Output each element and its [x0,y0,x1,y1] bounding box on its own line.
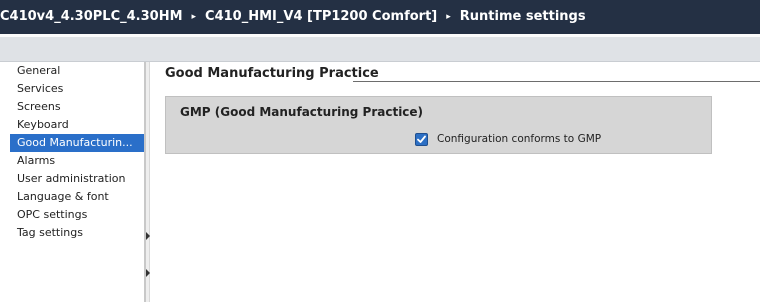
breadcrumb-item-runtime-settings[interactable]: Runtime settings [460,9,586,24]
section-title: Good Manufacturing Practice [165,66,379,81]
sidebar-item-alarms[interactable]: Alarms [10,152,144,170]
expand-arrow-icon[interactable] [146,269,150,277]
sidebar-item-services[interactable]: Services [10,80,144,98]
sidebar-item-opc-settings[interactable]: OPC settings [10,206,144,224]
breadcrumb-separator-icon: ▸ [191,12,197,22]
settings-sidebar: General Services Screens Keyboard Good M… [10,62,145,302]
gmp-group-box: GMP (Good Manufacturing Practice) Config… [165,96,712,154]
sidebar-item-good-manufacturing[interactable]: Good Manufacturin... [10,134,144,152]
sidebar-item-screens[interactable]: Screens [10,98,144,116]
sidebar-item-keyboard[interactable]: Keyboard [10,116,144,134]
settings-content: Good Manufacturing Practice GMP (Good Ma… [151,62,760,302]
sidebar-item-tag-settings[interactable]: Tag settings [10,224,144,242]
gmp-conform-checkbox[interactable] [415,133,428,146]
breadcrumb-separator-icon: ▸ [446,12,451,22]
sidebar-item-general[interactable]: General [10,62,144,80]
toolbar [0,37,760,62]
breadcrumb: C410v4_4.30PLC_4.30HM ▸ C410_HMI_V4 [TP120… [0,0,760,34]
section-divider [353,81,760,82]
breadcrumb-item-project[interactable]: C410v4_4.30PLC_4.30HM [0,9,183,24]
checkmark-icon [417,135,426,143]
sidebar-item-user-administration[interactable]: User administration [10,170,144,188]
sidebar-item-language-font[interactable]: Language & font [10,188,144,206]
breadcrumb-item-device[interactable]: C410_HMI_V4 [TP1200 Comfort] [205,9,437,24]
sidebar-splitter[interactable] [145,62,150,302]
group-title: GMP (Good Manufacturing Practice) [180,105,424,119]
collapse-arrow-icon[interactable] [146,232,150,240]
gmp-conform-label: Configuration conforms to GMP [437,133,602,145]
